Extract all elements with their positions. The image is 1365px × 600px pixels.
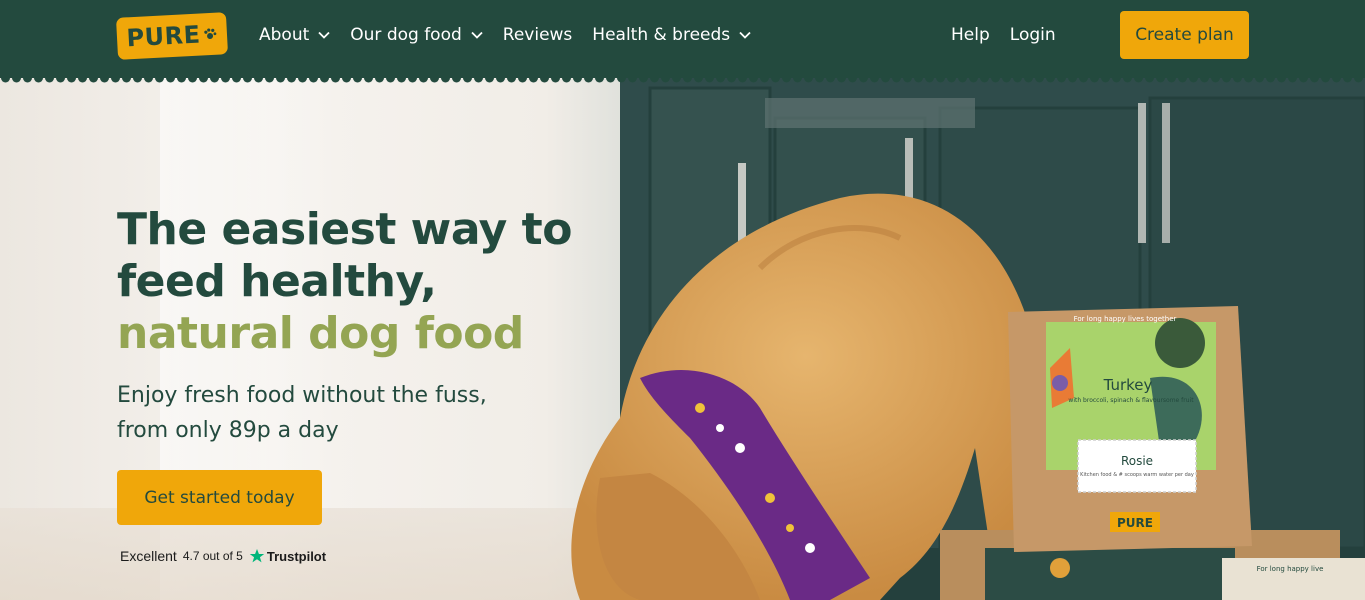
- nav-item-about[interactable]: About: [259, 25, 330, 45]
- get-started-button[interactable]: Get started today: [117, 470, 322, 525]
- trustpilot-score: 4.7 out of 5: [182, 549, 243, 563]
- chevron-down-icon: [471, 31, 483, 39]
- logo-text: PURE: [125, 20, 202, 53]
- hero-title-accent: natural dog food: [117, 308, 524, 359]
- hero-title-line: feed healthy,: [117, 256, 437, 307]
- main-nav: About Our dog food Reviews Health & bree…: [259, 0, 771, 70]
- logo[interactable]: PURE: [115, 12, 229, 60]
- chevron-down-icon: [318, 31, 330, 39]
- login-label: Login: [1009, 25, 1056, 45]
- header-scallop-edge: [0, 72, 1365, 84]
- trustpilot-brand: Trustpilot: [266, 548, 327, 564]
- hero-subtitle-line: from only 89p a day: [117, 418, 339, 443]
- trustpilot-widget[interactable]: Excellent 4.7 out of 5 Trustpilot: [120, 548, 326, 564]
- nav-label: Reviews: [502, 25, 573, 45]
- nav-item-our-dog-food[interactable]: Our dog food: [350, 25, 483, 45]
- bag-label-small: Kitchen food & # scoops warm water per d…: [1080, 472, 1194, 478]
- login-link[interactable]: Login: [1010, 25, 1056, 45]
- hero-title-line: The easiest way to: [117, 204, 572, 255]
- create-plan-button[interactable]: Create plan: [1120, 11, 1249, 59]
- nav-item-health-breeds[interactable]: Health & breeds: [592, 25, 751, 45]
- trustpilot-rating-word: Excellent: [120, 548, 177, 564]
- paw-icon: [204, 28, 217, 39]
- bag-flavour: Turkey: [1103, 376, 1153, 394]
- bag-brand: PURE: [1117, 516, 1153, 530]
- star-icon: [249, 549, 265, 563]
- help-link[interactable]: Help: [951, 25, 990, 45]
- hero-subtitle-line: Enjoy fresh food without the fuss,: [117, 383, 487, 408]
- nav-label: Our dog food: [350, 25, 462, 45]
- cabinet-handle: [1162, 103, 1170, 243]
- hero-title: The easiest way to feed healthy, natural…: [117, 204, 637, 360]
- nav-label: Health & breeds: [592, 25, 731, 45]
- bag-flavour-desc: with broccoli, spinach & flavoursome fru…: [1068, 397, 1194, 404]
- chevron-down-icon: [739, 31, 751, 39]
- utility-nav: Help Login: [951, 0, 1076, 70]
- site-header: PURE About Our dog food Reviews Health &…: [0, 0, 1365, 78]
- cabinet-handle: [738, 163, 746, 248]
- nav-item-reviews[interactable]: Reviews: [503, 25, 573, 45]
- help-label: Help: [951, 25, 990, 45]
- cabinet-handle: [1138, 103, 1146, 243]
- counter-edge: [765, 98, 975, 128]
- nav-label: About: [259, 25, 310, 45]
- hero-subtitle: Enjoy fresh food without the fuss, from …: [117, 378, 597, 448]
- bag-pet-name: Rosie: [1121, 454, 1153, 468]
- hero-section: For long happy lives together Turkey wit…: [0, 78, 1365, 600]
- box-text: For long happy live: [1257, 565, 1324, 573]
- bag-top-text: For long happy lives together: [1074, 315, 1177, 323]
